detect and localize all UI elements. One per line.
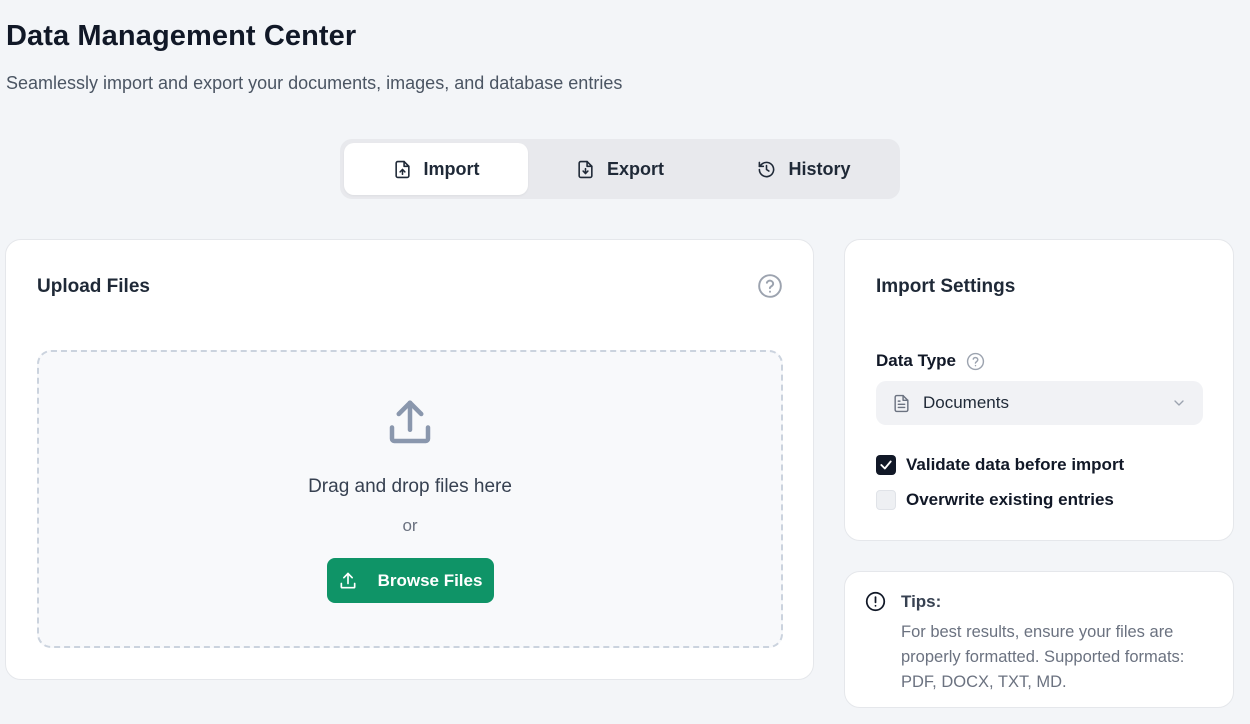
tips-card: Tips: For best results, ensure your file… — [844, 571, 1234, 708]
file-dropzone[interactable]: Drag and drop files here or Browse Files — [37, 350, 783, 648]
document-icon — [894, 394, 909, 412]
validate-data-label: Validate data before import — [906, 455, 1125, 474]
upload-card-title: Upload Files — [37, 276, 150, 297]
upload-card: Upload Files Drag and drop files here or… — [5, 239, 814, 680]
data-type-label: Data Type — [876, 351, 985, 371]
dropzone-or-text: or — [402, 516, 418, 535]
file-download-icon — [578, 160, 593, 178]
tips-body: For best results, ensure your files are … — [901, 623, 1185, 691]
alert-circle-icon — [865, 591, 886, 612]
tab-export-label: Export — [606, 158, 664, 179]
tab-import[interactable]: Import — [344, 143, 528, 195]
data-type-label-text: Data Type — [876, 351, 956, 370]
tab-history-label: History — [788, 158, 851, 179]
overwrite-entries-label: Overwrite existing entries — [906, 490, 1114, 509]
tips-title: Tips: — [901, 592, 942, 611]
file-upload-icon — [394, 160, 410, 178]
overwrite-entries-checkbox[interactable] — [876, 490, 896, 510]
chevron-down-icon — [1174, 400, 1184, 406]
validate-data-checkbox[interactable] — [876, 455, 896, 475]
upload-icon — [340, 572, 356, 588]
overwrite-entries-option[interactable]: Overwrite existing entries — [876, 490, 1114, 510]
dropzone-text: Drag and drop files here — [308, 476, 512, 497]
browse-files-label: Browse Files — [377, 570, 483, 590]
upload-icon — [389, 400, 431, 444]
page-title: Data Management Center — [6, 20, 357, 52]
help-icon[interactable] — [966, 352, 985, 371]
checkmark-icon — [880, 460, 892, 470]
tab-import-label: Import — [423, 158, 480, 179]
history-icon — [759, 161, 775, 177]
tab-export[interactable]: Export — [528, 143, 712, 195]
settings-card-title: Import Settings — [876, 276, 1016, 297]
browse-files-button[interactable]: Browse Files — [326, 558, 494, 603]
tab-bar: Import Export History — [340, 139, 900, 199]
help-icon[interactable] — [757, 273, 783, 299]
data-type-value: Documents — [923, 393, 1009, 412]
validate-data-option[interactable]: Validate data before import — [876, 455, 1124, 475]
data-type-select[interactable]: Documents — [876, 381, 1203, 425]
import-settings-card: Import Settings Data Type Documents Vali… — [844, 239, 1234, 541]
tab-history[interactable]: History — [712, 143, 896, 195]
page-subtitle: Seamlessly import and export your docume… — [6, 73, 623, 93]
